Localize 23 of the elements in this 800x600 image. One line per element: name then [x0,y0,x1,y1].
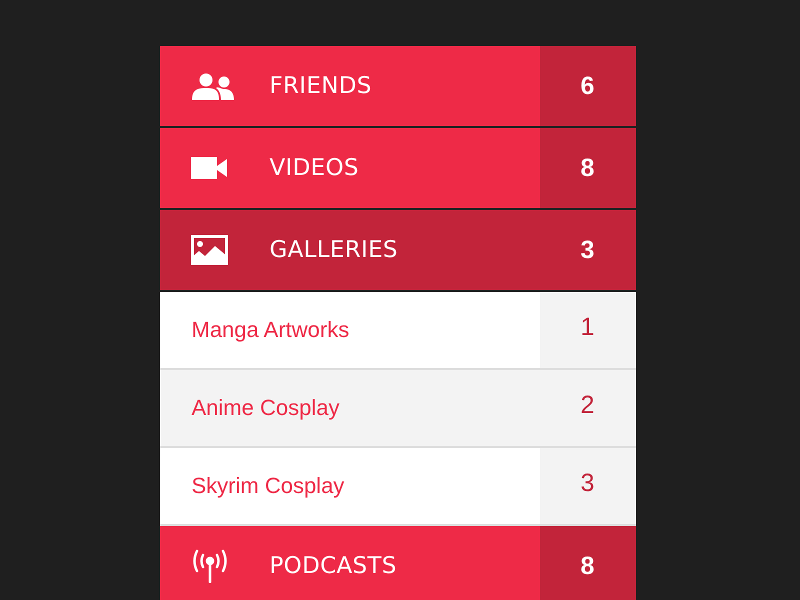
count-badge: 8 [540,128,636,208]
submenu-label: Anime Cosplay [190,394,340,422]
submenu-item[interactable]: Skyrim Cosplay 3 [160,448,636,526]
menu-item[interactable]: VIDEOS 8 [160,128,636,210]
menu-item[interactable]: PODCASTS 8 [160,526,636,600]
menu-label: GALLERIES [270,237,398,263]
video-camera-icon [190,156,228,180]
submenu-item[interactable]: Anime Cosplay 2 [160,370,636,448]
submenu-item[interactable]: Manga Artworks 1 [160,292,636,370]
people-icon [190,72,234,100]
menu-item[interactable]: FRIENDS 6 [160,46,636,128]
menu-label: PODCASTS [270,553,397,579]
submenu-label: Skyrim Cosplay [190,472,346,500]
image-icon [190,235,228,265]
count-badge: 1 [540,292,636,368]
count-badge: 3 [540,448,636,524]
submenu-label: Manga Artworks [190,316,350,344]
menu-label: FRIENDS [270,73,372,99]
menu-item[interactable]: GALLERIES 3 [160,210,636,292]
menu-label: VIDEOS [270,155,359,181]
count-badge: 8 [540,526,636,600]
antenna-icon [190,549,228,583]
count-badge: 6 [540,46,636,126]
